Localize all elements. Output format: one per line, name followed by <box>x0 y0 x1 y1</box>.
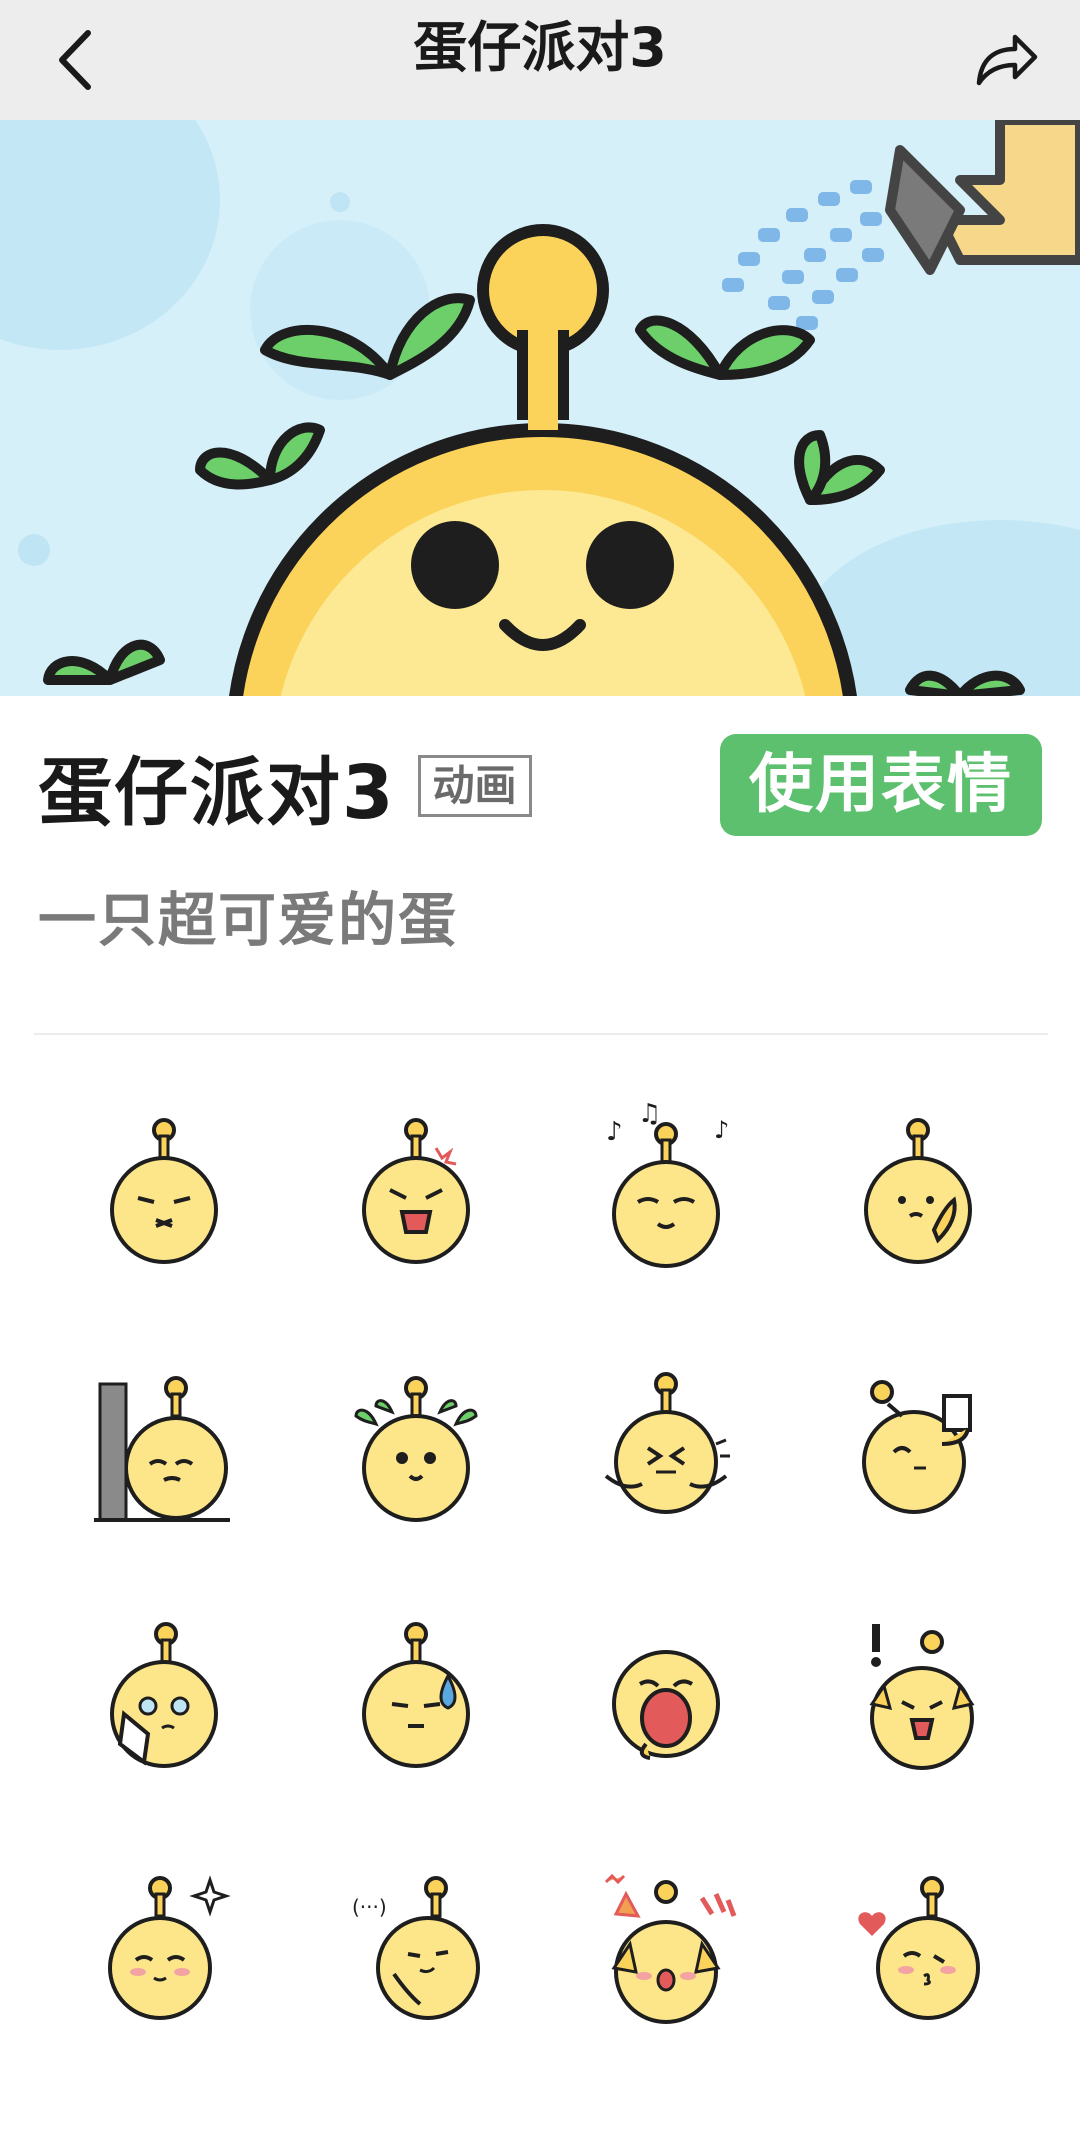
sticker-egg-crying-tissue[interactable] <box>64 1594 264 1794</box>
svg-text:♫: ♫ <box>638 1099 661 1129</box>
egg-heart-kiss-icon <box>858 1876 980 2020</box>
banner-image <box>0 120 1080 696</box>
pack-description: 一只超可爱的蛋 <box>38 886 459 954</box>
egg-sweat-drop-icon <box>362 1622 470 1768</box>
egg-singing-notes-icon: ♪ ♫ ♪ <box>606 1099 729 1268</box>
sticker-egg-yawning[interactable] <box>566 1594 766 1794</box>
banner-illustration <box>0 120 1080 696</box>
egg-celebrate-party-icon <box>604 1873 737 2024</box>
egg-yawning-icon <box>612 1650 720 1760</box>
sticker-egg-surprised-exclaim[interactable] <box>818 1594 1018 1794</box>
sticker-egg-singing-notes[interactable]: ♪ ♫ ♪ <box>566 1090 766 1290</box>
egg-surprised-exclaim-icon <box>869 1624 975 1770</box>
section-divider <box>34 1033 1048 1035</box>
sticker-egg-hand-covering[interactable] <box>818 1090 1018 1290</box>
sticker-grid: ♪ ♫ ♪ (···) <box>0 1090 1080 2090</box>
egg-whisper-dots-icon: (···) <box>352 1876 480 2020</box>
use-sticker-button[interactable]: 使用表情 <box>720 734 1042 836</box>
egg-annoyed-icon <box>110 1118 218 1264</box>
top-nav-bar: 蛋仔派对3 <box>0 0 1080 120</box>
egg-angry-shout-icon <box>362 1118 470 1264</box>
svg-text:♪: ♪ <box>606 1117 623 1147</box>
egg-holding-cup-icon <box>862 1380 972 1514</box>
share-button[interactable] <box>956 10 1056 106</box>
svg-text:(···): (···) <box>352 1895 387 1919</box>
sticker-egg-annoyed[interactable] <box>64 1090 264 1290</box>
sticker-egg-sprouts-smile[interactable] <box>316 1344 516 1544</box>
svg-text:♪: ♪ <box>714 1116 729 1144</box>
egg-hand-covering-icon <box>864 1118 972 1264</box>
egg-shivering-icon <box>604 1372 730 1514</box>
pack-title: 蛋仔派对3 <box>38 749 396 836</box>
sticker-egg-celebrate-party[interactable] <box>566 1844 766 2044</box>
pack-title-row: 蛋仔派对3 动画 <box>38 738 532 836</box>
egg-peeking-icon <box>94 1376 230 1522</box>
sticker-egg-heart-kiss[interactable] <box>818 1844 1018 2044</box>
egg-sparkle-blush-icon <box>108 1875 231 2020</box>
sticker-egg-angry-shout[interactable] <box>316 1090 516 1290</box>
sticker-egg-sparkle-blush[interactable] <box>64 1844 264 2044</box>
egg-crying-tissue-icon <box>110 1622 218 1768</box>
sticker-egg-sweat-drop[interactable] <box>316 1594 516 1794</box>
chevron-left-icon <box>59 30 91 90</box>
sticker-egg-peeking-behind-wall[interactable] <box>64 1344 264 1544</box>
sticker-egg-shivering[interactable] <box>566 1344 766 1544</box>
back-button[interactable] <box>32 12 122 108</box>
sticker-egg-whisper-dots[interactable]: (···) <box>316 1844 516 2044</box>
page-title: 蛋仔派对3 <box>413 16 667 79</box>
animation-badge: 动画 <box>417 755 532 817</box>
share-arrow-icon <box>976 34 1038 86</box>
sticker-pack-page: 蛋仔派对3 蛋仔派对3 动画 使用表情 一只超可爱的蛋 ♪ ♫ ♪ (···) <box>0 0 1080 2144</box>
sticker-egg-holding-cup[interactable] <box>818 1344 1018 1544</box>
egg-sprouts-smile-icon <box>354 1376 478 1522</box>
